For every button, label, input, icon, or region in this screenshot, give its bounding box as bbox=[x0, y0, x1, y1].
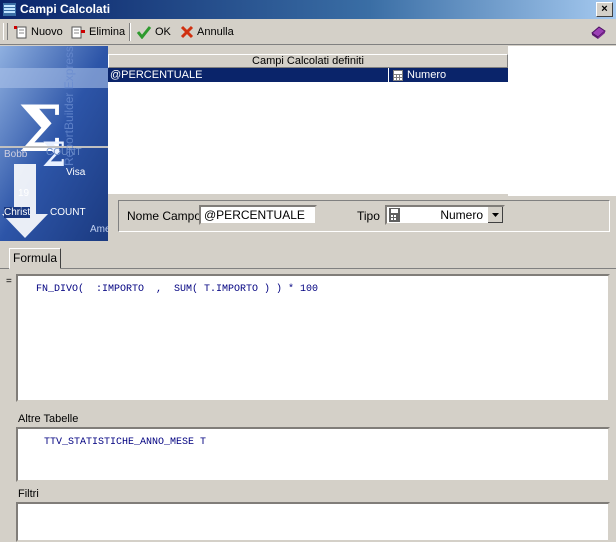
other-tables-label: Altre Tabelle bbox=[18, 413, 79, 425]
window-title: Campi Calcolati bbox=[20, 2, 111, 16]
equals-sign: = bbox=[6, 276, 12, 287]
delete-button[interactable]: Elimina bbox=[70, 23, 125, 41]
field-properties-panel: Nome Campo Tipo Numero bbox=[118, 200, 610, 232]
new-button[interactable]: Nuovo bbox=[12, 23, 63, 41]
cancel-button[interactable]: Annulla bbox=[180, 23, 234, 41]
image-text-visa: Visa bbox=[66, 167, 86, 178]
image-text-bobb: Bobb bbox=[4, 149, 28, 160]
toolbar-separator bbox=[129, 23, 131, 41]
column-divider bbox=[388, 68, 389, 82]
row-field-name: @PERCENTUALE bbox=[110, 69, 203, 81]
filters-label: Filtri bbox=[18, 488, 39, 500]
field-type-label: Tipo bbox=[357, 209, 380, 223]
image-text-amer: Amer bbox=[90, 224, 108, 235]
tab-formula[interactable]: Formula bbox=[9, 248, 62, 269]
new-label: Nuovo bbox=[31, 26, 63, 38]
cancel-label: Annulla bbox=[197, 26, 234, 38]
image-text-19: 19 bbox=[18, 188, 30, 199]
image-text-chris: Christ bbox=[4, 207, 31, 218]
cancel-x-icon bbox=[180, 25, 194, 39]
grid-empty-area bbox=[508, 46, 616, 196]
title-bar[interactable]: Campi Calcolati × bbox=[0, 0, 616, 19]
dropdown-button[interactable] bbox=[487, 207, 503, 223]
tab-bar: Formula bbox=[0, 244, 616, 269]
calculated-fields-grid[interactable]: Campi Calcolati definiti @PERCENTUALE Nu… bbox=[108, 54, 508, 194]
delete-label: Elimina bbox=[89, 26, 126, 38]
field-name-input[interactable] bbox=[199, 205, 317, 225]
sidebar-image: Σ Σ Bobb COUNT Visa 19 Christ COUNT Ame r… bbox=[0, 46, 108, 241]
grid-header: Campi Calcolati definiti bbox=[108, 54, 508, 68]
delete-icon bbox=[71, 26, 85, 39]
help-book-icon[interactable] bbox=[589, 24, 607, 40]
calculator-icon bbox=[389, 208, 400, 222]
image-text-count2: COUNT bbox=[50, 207, 86, 218]
calculator-icon bbox=[393, 69, 403, 81]
toolbar-grip[interactable] bbox=[3, 23, 8, 40]
row-field-type: Numero bbox=[407, 69, 447, 81]
image-text-brand: ReportBuilder Express bbox=[62, 46, 76, 166]
close-button[interactable]: × bbox=[596, 2, 613, 17]
ok-label: OK bbox=[155, 26, 171, 38]
field-name-label: Nome Campo bbox=[127, 209, 202, 223]
formula-editor[interactable]: FN_DIVO( :IMPORTO , SUM( T.IMPORTO ) ) *… bbox=[16, 274, 610, 402]
app-icon bbox=[3, 3, 16, 16]
filters-editor[interactable] bbox=[16, 502, 610, 542]
field-type-select[interactable]: Numero bbox=[385, 205, 505, 225]
table-row[interactable]: @PERCENTUALE Numero bbox=[108, 68, 508, 82]
row-field-type-cell: Numero bbox=[393, 68, 446, 82]
chevron-down-icon bbox=[492, 213, 499, 217]
toolbar: Nuovo Elimina OK Annulla bbox=[0, 20, 616, 45]
close-icon: × bbox=[601, 3, 608, 15]
other-tables-editor[interactable]: TTV_STATISTICHE_ANNO_MESE T bbox=[16, 427, 610, 482]
field-type-value: Numero bbox=[440, 208, 483, 222]
new-icon bbox=[14, 26, 27, 39]
ok-button[interactable]: OK bbox=[136, 23, 171, 41]
checkmark-icon bbox=[136, 26, 152, 39]
